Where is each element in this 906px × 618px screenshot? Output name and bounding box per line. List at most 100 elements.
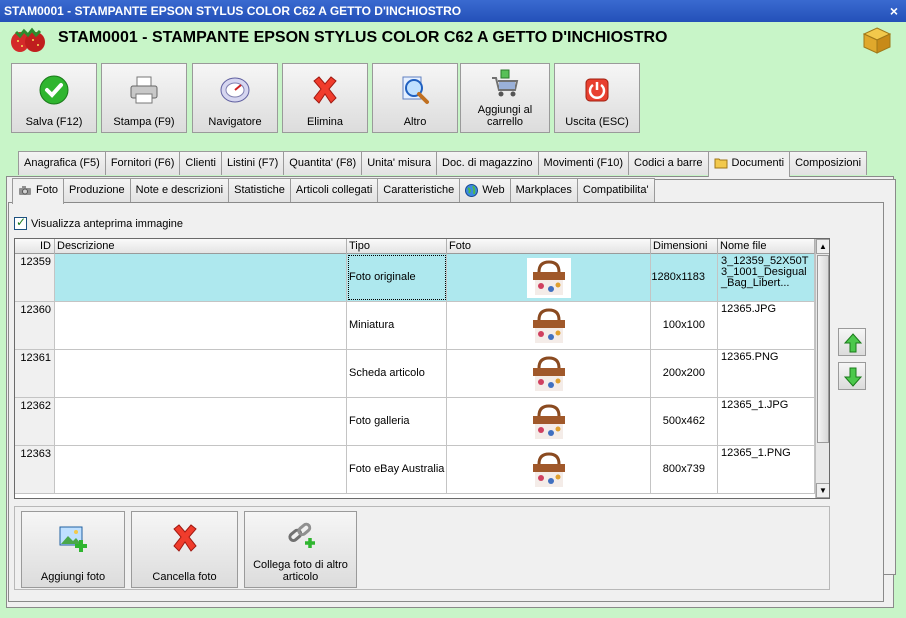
tab-web[interactable]: Web <box>459 178 511 202</box>
table-row[interactable]: 12360 Miniatura 100x100 12365.JPG <box>15 302 815 350</box>
cell-descrizione[interactable] <box>55 350 347 397</box>
delete-x-icon <box>313 76 337 104</box>
cell-nome-file[interactable]: 12365.JPG <box>718 302 815 349</box>
tab-note-descrizioni[interactable]: Note e descrizioni <box>129 178 230 202</box>
cell-tipo[interactable]: Miniatura <box>347 302 447 349</box>
cell-descrizione[interactable] <box>55 398 347 445</box>
cell-tipo[interactable]: Foto galleria <box>347 398 447 445</box>
print-button[interactable]: Stampa (F9) <box>101 63 187 133</box>
cell-foto[interactable] <box>447 254 651 301</box>
cell-descrizione[interactable] <box>55 302 347 349</box>
add-to-cart-button[interactable]: Aggiungi al carrello <box>460 63 550 133</box>
cell-id: 12359 <box>15 254 55 301</box>
bag-thumbnail-icon <box>527 450 571 490</box>
grid-header: ID Descrizione Tipo Foto Dimensioni Nome… <box>15 239 815 254</box>
col-id[interactable]: ID <box>15 239 55 254</box>
bag-thumbnail-icon <box>527 306 571 346</box>
arrow-down-icon <box>843 367 863 387</box>
tab-produzione[interactable]: Produzione <box>63 178 131 202</box>
table-row[interactable]: 12361 Scheda articolo 200x200 12365.PNG <box>15 350 815 398</box>
folder-icon <box>714 158 727 169</box>
table-row[interactable]: 12363 Foto eBay Australia 800x739 12365_… <box>15 446 815 494</box>
window-titlebar: STAM0001 - STAMPANTE EPSON STYLUS COLOR … <box>0 0 906 22</box>
tab-codici-barre[interactable]: Codici a barre <box>628 151 709 175</box>
move-down-button[interactable] <box>838 362 866 390</box>
add-image-icon <box>59 526 87 552</box>
cell-id: 12363 <box>15 446 55 493</box>
col-descrizione[interactable]: Descrizione <box>55 239 347 254</box>
cell-nome-file[interactable]: 12365_1.JPG <box>718 398 815 445</box>
tab-statistiche[interactable]: Statistiche <box>228 178 291 202</box>
cell-tipo[interactable]: Foto eBay Australia <box>347 446 447 493</box>
exit-label: Uscita (ESC) <box>565 116 629 128</box>
scroll-down-icon[interactable]: ▼ <box>816 483 829 498</box>
preview-checkbox-box[interactable] <box>14 215 27 230</box>
add-photo-label: Aggiungi foto <box>40 571 106 583</box>
save-button[interactable]: Salva (F12) <box>11 63 97 133</box>
cell-tipo[interactable]: Foto originale <box>347 254 447 301</box>
cell-foto[interactable] <box>447 398 651 445</box>
add-to-cart-label: Aggiungi al carrello <box>477 104 533 128</box>
cell-dimensioni[interactable]: 800x739 <box>651 446 718 493</box>
cell-dimensioni[interactable]: 500x462 <box>651 398 718 445</box>
cell-foto[interactable] <box>447 350 651 397</box>
main-tabs: Anagrafica (F5) Fornitori (F6) Clienti L… <box>18 151 868 177</box>
tab-unita-misura[interactable]: Unita' misura <box>361 151 438 175</box>
grid-scrollbar[interactable]: ▲ ▼ <box>815 239 829 498</box>
tab-markplaces[interactable]: Markplaces <box>509 178 578 202</box>
tab-articoli-collegati[interactable]: Articoli collegati <box>289 178 379 202</box>
power-icon <box>585 78 609 102</box>
table-row[interactable]: 12362 Foto galleria 500x462 12365_1.JPG <box>15 398 815 446</box>
exit-button[interactable]: Uscita (ESC) <box>554 63 640 133</box>
tab-composizioni[interactable]: Composizioni <box>789 151 868 175</box>
cell-nome-file[interactable]: 3_12359_52X50T3_1001_Desigual_Bag_Libert… <box>718 254 815 301</box>
delete-photo-button[interactable]: Cancella foto <box>131 511 238 588</box>
print-label: Stampa (F9) <box>113 116 175 128</box>
col-nome-file[interactable]: Nome file <box>718 239 815 254</box>
add-photo-button[interactable]: Aggiungi foto <box>21 511 125 588</box>
delete-x-icon <box>172 524 197 552</box>
col-foto[interactable]: Foto <box>447 239 651 254</box>
delete-photo-label: Cancella foto <box>152 571 217 583</box>
cell-descrizione[interactable] <box>55 254 347 301</box>
tab-movimenti[interactable]: Movimenti (F10) <box>537 151 630 175</box>
col-dimensioni[interactable]: Dimensioni <box>651 239 718 254</box>
cell-dimensioni[interactable]: 200x200 <box>651 350 718 397</box>
tab-doc-magazzino[interactable]: Doc. di magazzino <box>436 151 539 175</box>
tab-quantita[interactable]: Quantita' (F8) <box>283 151 363 175</box>
boxes-icon <box>862 27 892 54</box>
tab-listini[interactable]: Listini (F7) <box>220 151 285 175</box>
cell-nome-file[interactable]: 12365.PNG <box>718 350 815 397</box>
navigator-button[interactable]: Navigatore <box>192 63 278 133</box>
tab-documenti[interactable]: Documenti <box>707 151 791 177</box>
move-up-button[interactable] <box>838 328 866 356</box>
arrow-up-icon <box>843 333 863 353</box>
preview-checkbox-label: Visualizza anteprima immagine <box>31 217 184 230</box>
other-button[interactable]: Altro <box>372 63 458 133</box>
scrollbar-thumb[interactable] <box>817 255 829 443</box>
cell-foto[interactable] <box>447 446 651 493</box>
tab-foto[interactable]: Foto <box>12 178 65 204</box>
table-row[interactable]: 12359 Foto originale 1280x1183 3_12359_5… <box>15 254 815 302</box>
photo-grid[interactable]: ID Descrizione Tipo Foto Dimensioni Nome… <box>14 238 830 499</box>
cell-nome-file[interactable]: 12365_1.PNG <box>718 446 815 493</box>
delete-button[interactable]: Elimina <box>282 63 368 133</box>
cell-foto[interactable] <box>447 302 651 349</box>
bag-thumbnail-icon <box>527 354 571 394</box>
col-tipo[interactable]: Tipo <box>347 239 447 254</box>
tab-caratteristiche[interactable]: Caratteristiche <box>377 178 461 202</box>
tab-fornitori[interactable]: Fornitori (F6) <box>104 151 181 175</box>
cell-dimensioni[interactable]: 1280x1183 <box>651 254 718 301</box>
tab-anagrafica[interactable]: Anagrafica (F5) <box>18 151 106 175</box>
link-photo-button[interactable]: Collega foto di altro articolo <box>244 511 357 588</box>
preview-checkbox[interactable]: Visualizza anteprima immagine <box>14 215 184 230</box>
tab-compatibilita[interactable]: Compatibilita' <box>576 178 655 202</box>
cell-dimensioni[interactable]: 100x100 <box>651 302 718 349</box>
close-icon[interactable]: × <box>890 0 898 22</box>
navigator-label: Navigatore <box>208 116 262 128</box>
cell-tipo[interactable]: Scheda articolo <box>347 350 447 397</box>
magnifier-icon <box>402 76 429 104</box>
cell-descrizione[interactable] <box>55 446 347 493</box>
tab-clienti[interactable]: Clienti <box>179 151 222 175</box>
scroll-up-icon[interactable]: ▲ <box>816 239 829 254</box>
